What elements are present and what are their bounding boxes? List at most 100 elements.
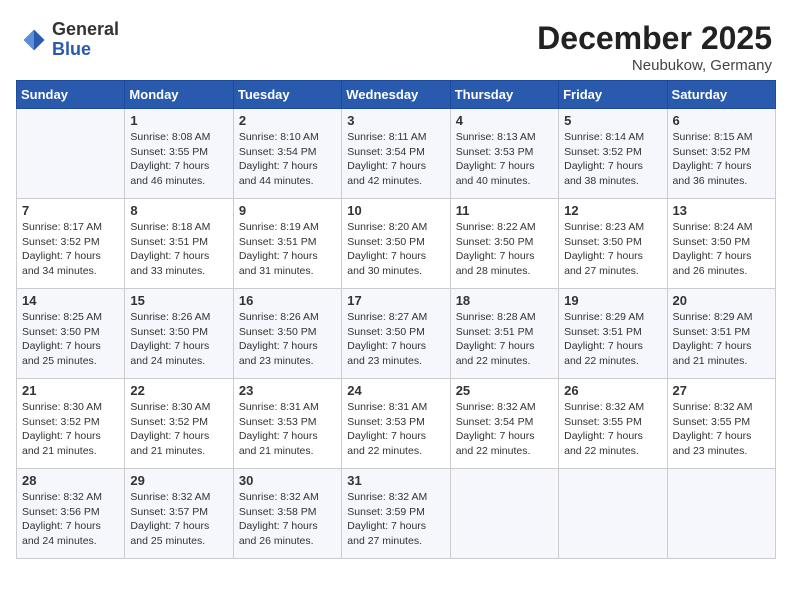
day-number: 1 bbox=[130, 113, 227, 128]
sunset-text: Sunset: 3:52 PM bbox=[22, 236, 100, 248]
calendar-cell: 23 Sunrise: 8:31 AM Sunset: 3:53 PM Dayl… bbox=[233, 379, 341, 469]
cell-info: Sunrise: 8:32 AM Sunset: 3:54 PM Dayligh… bbox=[456, 400, 553, 459]
cell-info: Sunrise: 8:32 AM Sunset: 3:59 PM Dayligh… bbox=[347, 490, 444, 549]
sunrise-text: Sunrise: 8:29 AM bbox=[564, 311, 644, 323]
sunrise-text: Sunrise: 8:20 AM bbox=[347, 221, 427, 233]
sunset-text: Sunset: 3:52 PM bbox=[564, 146, 642, 158]
logo-text: General Blue bbox=[52, 20, 119, 60]
cell-info: Sunrise: 8:10 AM Sunset: 3:54 PM Dayligh… bbox=[239, 130, 336, 189]
cell-info: Sunrise: 8:13 AM Sunset: 3:53 PM Dayligh… bbox=[456, 130, 553, 189]
sunrise-text: Sunrise: 8:10 AM bbox=[239, 131, 319, 143]
day-number: 22 bbox=[130, 383, 227, 398]
day-number: 23 bbox=[239, 383, 336, 398]
sunrise-text: Sunrise: 8:29 AM bbox=[673, 311, 753, 323]
calendar-cell: 10 Sunrise: 8:20 AM Sunset: 3:50 PM Dayl… bbox=[342, 199, 450, 289]
cell-info: Sunrise: 8:32 AM Sunset: 3:57 PM Dayligh… bbox=[130, 490, 227, 549]
cell-info: Sunrise: 8:23 AM Sunset: 3:50 PM Dayligh… bbox=[564, 220, 661, 279]
cell-info: Sunrise: 8:32 AM Sunset: 3:56 PM Dayligh… bbox=[22, 490, 119, 549]
cell-info: Sunrise: 8:22 AM Sunset: 3:50 PM Dayligh… bbox=[456, 220, 553, 279]
sunset-text: Sunset: 3:51 PM bbox=[564, 326, 642, 338]
sunset-text: Sunset: 3:51 PM bbox=[456, 326, 534, 338]
sunrise-text: Sunrise: 8:22 AM bbox=[456, 221, 536, 233]
sunrise-text: Sunrise: 8:25 AM bbox=[22, 311, 102, 323]
day-number: 16 bbox=[239, 293, 336, 308]
sunrise-text: Sunrise: 8:28 AM bbox=[456, 311, 536, 323]
cell-info: Sunrise: 8:31 AM Sunset: 3:53 PM Dayligh… bbox=[347, 400, 444, 459]
daylight-text: Daylight: 7 hours and 33 minutes. bbox=[130, 250, 209, 277]
sunrise-text: Sunrise: 8:08 AM bbox=[130, 131, 210, 143]
cell-info: Sunrise: 8:29 AM Sunset: 3:51 PM Dayligh… bbox=[564, 310, 661, 369]
sunset-text: Sunset: 3:55 PM bbox=[673, 416, 751, 428]
sunrise-text: Sunrise: 8:31 AM bbox=[239, 401, 319, 413]
calendar-cell: 7 Sunrise: 8:17 AM Sunset: 3:52 PM Dayli… bbox=[17, 199, 125, 289]
weekday-header-friday: Friday bbox=[559, 81, 667, 109]
sunset-text: Sunset: 3:53 PM bbox=[456, 146, 534, 158]
calendar-week-row: 7 Sunrise: 8:17 AM Sunset: 3:52 PM Dayli… bbox=[17, 199, 776, 289]
daylight-text: Daylight: 7 hours and 22 minutes. bbox=[456, 340, 535, 367]
daylight-text: Daylight: 7 hours and 27 minutes. bbox=[564, 250, 643, 277]
cell-info: Sunrise: 8:30 AM Sunset: 3:52 PM Dayligh… bbox=[22, 400, 119, 459]
logo-icon bbox=[20, 26, 48, 54]
cell-info: Sunrise: 8:26 AM Sunset: 3:50 PM Dayligh… bbox=[130, 310, 227, 369]
sunrise-text: Sunrise: 8:17 AM bbox=[22, 221, 102, 233]
calendar-cell: 29 Sunrise: 8:32 AM Sunset: 3:57 PM Dayl… bbox=[125, 469, 233, 559]
day-number: 13 bbox=[673, 203, 770, 218]
sunset-text: Sunset: 3:50 PM bbox=[673, 236, 751, 248]
calendar-cell bbox=[17, 109, 125, 199]
calendar-cell: 8 Sunrise: 8:18 AM Sunset: 3:51 PM Dayli… bbox=[125, 199, 233, 289]
day-number: 2 bbox=[239, 113, 336, 128]
daylight-text: Daylight: 7 hours and 25 minutes. bbox=[22, 340, 101, 367]
daylight-text: Daylight: 7 hours and 38 minutes. bbox=[564, 160, 643, 187]
daylight-text: Daylight: 7 hours and 28 minutes. bbox=[456, 250, 535, 277]
sunset-text: Sunset: 3:50 PM bbox=[456, 236, 534, 248]
day-number: 8 bbox=[130, 203, 227, 218]
daylight-text: Daylight: 7 hours and 26 minutes. bbox=[673, 250, 752, 277]
weekday-header-saturday: Saturday bbox=[667, 81, 775, 109]
logo: General Blue bbox=[20, 20, 119, 60]
sunrise-text: Sunrise: 8:30 AM bbox=[22, 401, 102, 413]
calendar-week-row: 28 Sunrise: 8:32 AM Sunset: 3:56 PM Dayl… bbox=[17, 469, 776, 559]
sunset-text: Sunset: 3:52 PM bbox=[673, 146, 751, 158]
calendar-cell bbox=[667, 469, 775, 559]
sunset-text: Sunset: 3:55 PM bbox=[564, 416, 642, 428]
calendar-cell: 11 Sunrise: 8:22 AM Sunset: 3:50 PM Dayl… bbox=[450, 199, 558, 289]
sunset-text: Sunset: 3:52 PM bbox=[22, 416, 100, 428]
calendar-cell: 1 Sunrise: 8:08 AM Sunset: 3:55 PM Dayli… bbox=[125, 109, 233, 199]
cell-info: Sunrise: 8:18 AM Sunset: 3:51 PM Dayligh… bbox=[130, 220, 227, 279]
day-number: 7 bbox=[22, 203, 119, 218]
day-number: 24 bbox=[347, 383, 444, 398]
calendar-cell: 15 Sunrise: 8:26 AM Sunset: 3:50 PM Dayl… bbox=[125, 289, 233, 379]
calendar-cell: 5 Sunrise: 8:14 AM Sunset: 3:52 PM Dayli… bbox=[559, 109, 667, 199]
sunrise-text: Sunrise: 8:11 AM bbox=[347, 131, 426, 143]
sunset-text: Sunset: 3:56 PM bbox=[22, 506, 100, 518]
calendar-cell: 24 Sunrise: 8:31 AM Sunset: 3:53 PM Dayl… bbox=[342, 379, 450, 469]
daylight-text: Daylight: 7 hours and 36 minutes. bbox=[673, 160, 752, 187]
daylight-text: Daylight: 7 hours and 46 minutes. bbox=[130, 160, 209, 187]
sunset-text: Sunset: 3:50 PM bbox=[130, 326, 208, 338]
cell-info: Sunrise: 8:32 AM Sunset: 3:58 PM Dayligh… bbox=[239, 490, 336, 549]
cell-info: Sunrise: 8:25 AM Sunset: 3:50 PM Dayligh… bbox=[22, 310, 119, 369]
sunset-text: Sunset: 3:53 PM bbox=[347, 416, 425, 428]
calendar-cell: 28 Sunrise: 8:32 AM Sunset: 3:56 PM Dayl… bbox=[17, 469, 125, 559]
calendar-cell bbox=[450, 469, 558, 559]
calendar-cell: 6 Sunrise: 8:15 AM Sunset: 3:52 PM Dayli… bbox=[667, 109, 775, 199]
calendar-cell bbox=[559, 469, 667, 559]
logo-general: General bbox=[52, 19, 119, 39]
day-number: 4 bbox=[456, 113, 553, 128]
month-title: December 2025 bbox=[537, 20, 772, 57]
calendar-cell: 16 Sunrise: 8:26 AM Sunset: 3:50 PM Dayl… bbox=[233, 289, 341, 379]
calendar-cell: 13 Sunrise: 8:24 AM Sunset: 3:50 PM Dayl… bbox=[667, 199, 775, 289]
cell-info: Sunrise: 8:30 AM Sunset: 3:52 PM Dayligh… bbox=[130, 400, 227, 459]
sunset-text: Sunset: 3:54 PM bbox=[239, 146, 317, 158]
day-number: 12 bbox=[564, 203, 661, 218]
sunrise-text: Sunrise: 8:32 AM bbox=[564, 401, 644, 413]
sunrise-text: Sunrise: 8:26 AM bbox=[239, 311, 319, 323]
calendar-cell: 3 Sunrise: 8:11 AM Sunset: 3:54 PM Dayli… bbox=[342, 109, 450, 199]
cell-info: Sunrise: 8:19 AM Sunset: 3:51 PM Dayligh… bbox=[239, 220, 336, 279]
sunrise-text: Sunrise: 8:32 AM bbox=[347, 491, 427, 503]
location-title: Neubukow, Germany bbox=[537, 57, 772, 74]
sunrise-text: Sunrise: 8:27 AM bbox=[347, 311, 427, 323]
sunset-text: Sunset: 3:50 PM bbox=[239, 326, 317, 338]
sunrise-text: Sunrise: 8:32 AM bbox=[130, 491, 210, 503]
daylight-text: Daylight: 7 hours and 31 minutes. bbox=[239, 250, 318, 277]
